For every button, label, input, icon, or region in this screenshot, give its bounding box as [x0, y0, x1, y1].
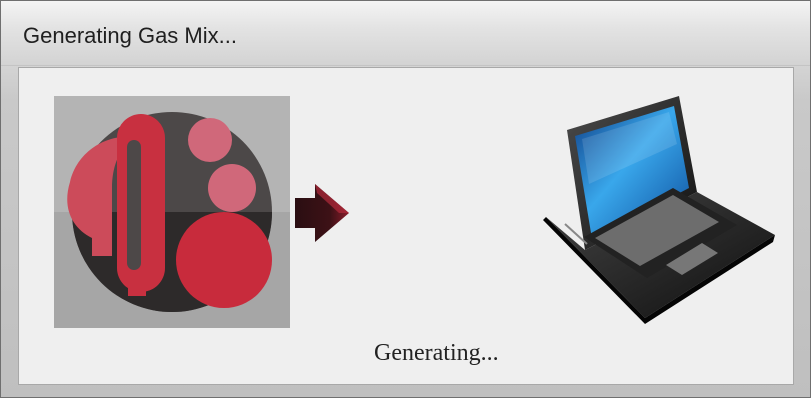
gas-mix-logo-icon [54, 96, 290, 328]
progress-dialog: Generating Gas Mix... Generating... [0, 0, 811, 398]
arrow-right-icon [291, 180, 353, 246]
dialog-content: Generating... [18, 67, 794, 385]
laptop-icon [537, 92, 781, 324]
title-bar[interactable]: Generating Gas Mix... [1, 1, 810, 66]
status-text: Generating... [374, 340, 499, 366]
window-title: Generating Gas Mix... [23, 23, 237, 48]
